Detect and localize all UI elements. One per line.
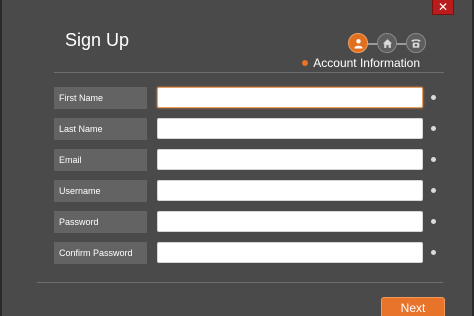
form-row-first-name: First Name (54, 87, 444, 109)
required-dot-icon (431, 219, 436, 224)
home-icon (382, 38, 392, 48)
step-contact[interactable] (406, 33, 426, 53)
next-button[interactable]: Next (381, 297, 445, 316)
current-step-text: Account Information (313, 56, 420, 70)
form-row-last-name: Last Name (54, 118, 444, 140)
phone-icon (411, 38, 421, 48)
email-field[interactable] (157, 149, 423, 170)
form-row-email: Email (54, 149, 444, 171)
form-row-username: Username (54, 180, 444, 202)
close-button[interactable]: ✕ (432, 0, 454, 15)
required-dot-icon (431, 126, 436, 131)
form-row-password: Password (54, 211, 444, 233)
required-dot-icon (431, 188, 436, 193)
required-dot-icon (431, 95, 436, 100)
step-account[interactable] (348, 33, 368, 53)
last-name-field[interactable] (157, 118, 423, 139)
page-title: Sign Up (65, 30, 130, 50)
username-label: Username (54, 180, 147, 202)
email-label: Email (54, 149, 147, 171)
step-address[interactable] (377, 33, 397, 53)
last-name-label: Last Name (54, 118, 147, 140)
password-label: Password (54, 211, 147, 233)
username-field[interactable] (157, 180, 423, 201)
user-icon (353, 38, 363, 49)
first-name-label: First Name (54, 87, 147, 109)
first-name-field[interactable] (157, 87, 423, 108)
close-icon: ✕ (437, 0, 449, 14)
footer-divider (37, 282, 443, 283)
header-divider (54, 72, 444, 73)
signup-window: ✕ Sign Up Account Information First Name… (0, 0, 474, 316)
required-dot-icon (431, 250, 436, 255)
form-row-confirm-password: Confirm Password (54, 242, 444, 264)
current-step-label: Account Information (302, 56, 420, 70)
password-field[interactable] (157, 211, 423, 232)
confirm-password-label: Confirm Password (54, 242, 147, 264)
required-dot-icon (431, 157, 436, 162)
step-dot-icon (302, 60, 309, 66)
step-indicator (348, 33, 426, 55)
confirm-password-field[interactable] (157, 242, 423, 263)
